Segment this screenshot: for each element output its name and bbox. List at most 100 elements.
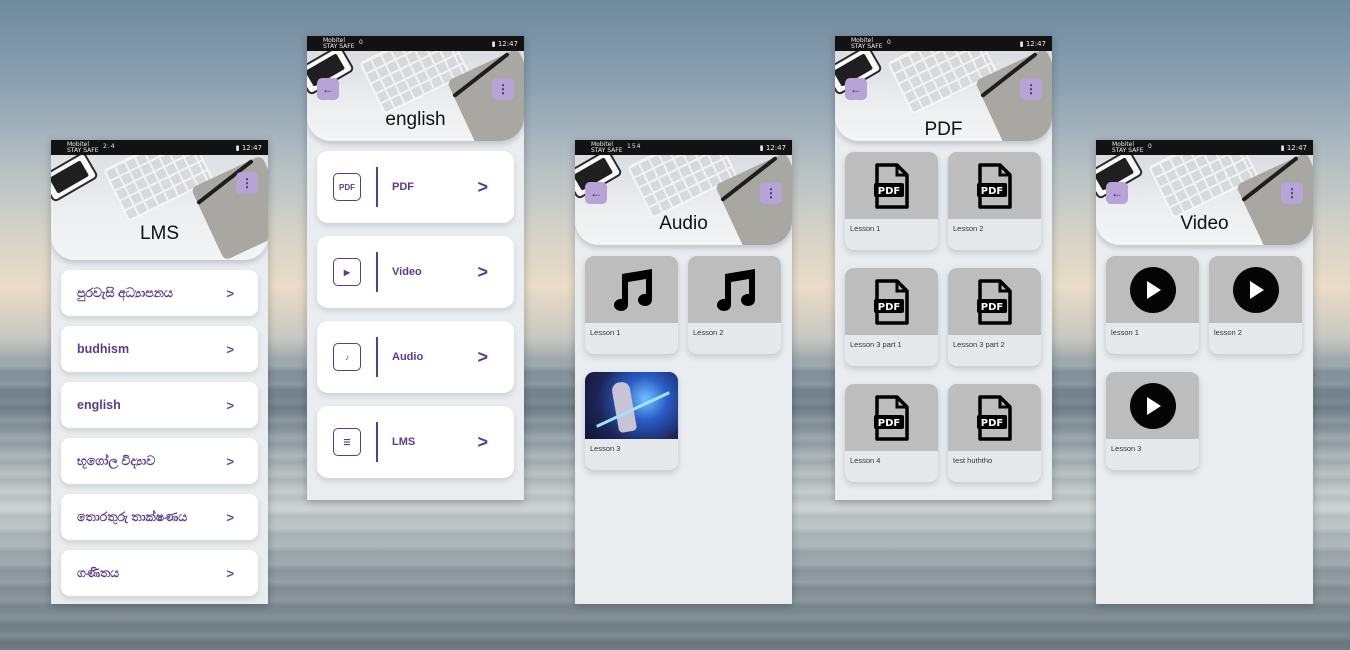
video-grid: lesson 1 lesson 2 Lesson 3 xyxy=(1096,245,1313,481)
play-icon xyxy=(1129,266,1176,313)
pdf-icon-text: PDF xyxy=(980,418,1002,429)
video-icon: ▶ xyxy=(333,258,361,286)
status-bar: Mobitel STAY SAFE 0 ▮ 12:47 xyxy=(835,36,1052,51)
clock: 12:47 xyxy=(765,143,786,152)
more-menu-button[interactable]: ⋮ xyxy=(236,172,258,194)
chevron-right-icon: > xyxy=(226,565,234,581)
carrier-name-2: STAY SAFE xyxy=(67,146,99,154)
network-speed: 0 xyxy=(1148,143,1153,150)
carrier-name-2: STAY SAFE xyxy=(323,42,355,50)
pdf-file-icon: PDF xyxy=(976,162,1012,209)
audio-card[interactable]: Lesson 3 xyxy=(585,372,678,470)
pdf-icon-text: PDF xyxy=(877,302,899,313)
content-type-menu: PDF PDF > ▶ Video > ♪ Audio > ☰ LMS > xyxy=(307,141,524,500)
status-bar: Mobitel STAY SAFE 0 ▮ 12:47 xyxy=(1096,140,1313,155)
arrow-left-icon: ← xyxy=(850,82,862,96)
divider xyxy=(376,252,378,292)
carrier-name-2: STAY SAFE xyxy=(1112,146,1144,154)
pdf-icon-text: PDF xyxy=(877,186,899,197)
pdf-icon-text: PDF xyxy=(877,418,899,429)
battery-icon: ▮ xyxy=(235,143,240,152)
audio-card[interactable]: Lesson 2 xyxy=(688,256,781,354)
pdf-icon-text: PDF xyxy=(980,186,1002,197)
pdf-card[interactable]: PDF Lesson 1 xyxy=(845,152,938,250)
header-banner: ← ⋮ PDF xyxy=(835,51,1052,141)
audio-icon: ♪ xyxy=(333,343,361,371)
more-vertical-icon: ⋮ xyxy=(241,176,253,190)
pdf-card[interactable]: PDF Lesson 4 xyxy=(845,384,938,482)
pdf-card[interactable]: PDF Lesson 3 part 2 xyxy=(948,268,1041,366)
pdf-file-icon: PDF xyxy=(976,394,1012,441)
back-button[interactable]: ← xyxy=(1106,182,1128,204)
page-title: LMS xyxy=(139,223,180,244)
chevron-right-icon: > xyxy=(477,176,488,197)
clock: 12:47 xyxy=(1286,143,1307,152)
more-menu-button[interactable]: ⋮ xyxy=(492,78,514,100)
list-item[interactable]: budhism > xyxy=(61,326,258,372)
list-item[interactable]: english > xyxy=(61,382,258,428)
carrier-name-2: STAY SAFE xyxy=(591,146,623,154)
divider xyxy=(376,337,378,377)
menu-item-lms[interactable]: ☰ LMS > xyxy=(317,406,514,478)
header-banner: ← ⋮ Video xyxy=(1096,155,1313,245)
pdf-file-icon: PDF xyxy=(873,394,909,441)
more-menu-button[interactable]: ⋮ xyxy=(1281,182,1303,204)
clock: 12:47 xyxy=(241,143,262,152)
menu-item-video[interactable]: ▶ Video > xyxy=(317,236,514,308)
more-vertical-icon: ⋮ xyxy=(497,82,509,96)
back-button[interactable]: ← xyxy=(317,78,339,100)
network-speed: 0 xyxy=(359,39,364,46)
subject-list: පුරවැසි අධ්‍යාපනය > budhism > english > භූග… xyxy=(51,260,268,604)
video-card[interactable]: Lesson 3 xyxy=(1106,372,1199,470)
clock: 12:47 xyxy=(1025,39,1046,48)
status-bar: Mobitel STAY SAFE 0 ▮ 12:47 xyxy=(307,36,524,51)
chevron-right-icon: > xyxy=(477,431,488,452)
header-banner: ← ⋮ Audio xyxy=(575,155,792,245)
chevron-right-icon: > xyxy=(226,509,234,525)
list-item[interactable]: තොරතුරු තාක්ෂණය > xyxy=(61,494,258,540)
pdf-card[interactable]: PDF test huththo xyxy=(948,384,1041,482)
phone-video-screen: Mobitel STAY SAFE 0 ▮ 12:47 ← ⋮ Video le… xyxy=(1096,140,1313,604)
play-icon xyxy=(1129,382,1176,429)
video-card[interactable]: lesson 2 xyxy=(1209,256,1302,354)
list-item[interactable]: ගණිතය > xyxy=(61,550,258,596)
menu-item-audio[interactable]: ♪ Audio > xyxy=(317,321,514,393)
lms-icon: ☰ xyxy=(333,428,361,456)
pdf-icon-text: PDF xyxy=(980,302,1002,313)
video-card[interactable]: lesson 1 xyxy=(1106,256,1199,354)
list-item[interactable]: භූගෝල විද්‍යාව > xyxy=(61,438,258,484)
battery-icon: ▮ xyxy=(1019,39,1024,48)
audio-grid: Lesson 1 Lesson 2 Lesson 3 xyxy=(575,245,792,481)
pdf-card[interactable]: PDF Lesson 3 part 1 xyxy=(845,268,938,366)
phone-english-screen: Mobitel STAY SAFE 0 ▮ 12:47 ← ⋮ english … xyxy=(307,36,524,500)
battery-icon: ▮ xyxy=(759,143,764,152)
header-banner: ← ⋮ english xyxy=(307,51,524,141)
battery-icon: ▮ xyxy=(1280,143,1285,152)
menu-item-pdf[interactable]: PDF PDF > xyxy=(317,151,514,223)
list-item[interactable]: පුරවැසි අධ්‍යාපනය > xyxy=(61,270,258,316)
more-menu-button[interactable]: ⋮ xyxy=(760,182,782,204)
more-menu-button[interactable]: ⋮ xyxy=(1020,78,1042,100)
artwork-thumbnail xyxy=(585,372,678,439)
play-icon xyxy=(1232,266,1279,313)
chevron-right-icon: > xyxy=(226,341,234,357)
chevron-right-icon: > xyxy=(477,261,488,282)
pdf-card[interactable]: PDF Lesson 2 xyxy=(948,152,1041,250)
audio-card[interactable]: Lesson 1 xyxy=(585,256,678,354)
arrow-left-icon: ← xyxy=(322,82,334,96)
network-speed: 154 xyxy=(627,143,642,150)
status-bar: Mobitel STAY SAFE 2.4 ▮ 12:47 xyxy=(51,140,268,155)
decor-phone-image xyxy=(51,151,100,203)
music-note-icon xyxy=(716,268,755,311)
back-button[interactable]: ← xyxy=(585,182,607,204)
pdf-grid: PDF Lesson 1 PDF Lesson 2 PDF Lesson 3 p… xyxy=(835,141,1052,493)
status-bar: Mobitel STAY SAFE 154 ▮ 12:47 xyxy=(575,140,792,155)
back-button[interactable]: ← xyxy=(845,78,867,100)
header-banner: ⋮ LMS xyxy=(51,140,268,260)
page-title: Video xyxy=(1180,213,1229,234)
more-vertical-icon: ⋮ xyxy=(1025,82,1037,96)
chevron-right-icon: > xyxy=(226,453,234,469)
network-speed: 2.4 xyxy=(103,143,116,150)
page-title: english xyxy=(385,109,446,130)
pdf-file-icon: PDF xyxy=(976,278,1012,325)
